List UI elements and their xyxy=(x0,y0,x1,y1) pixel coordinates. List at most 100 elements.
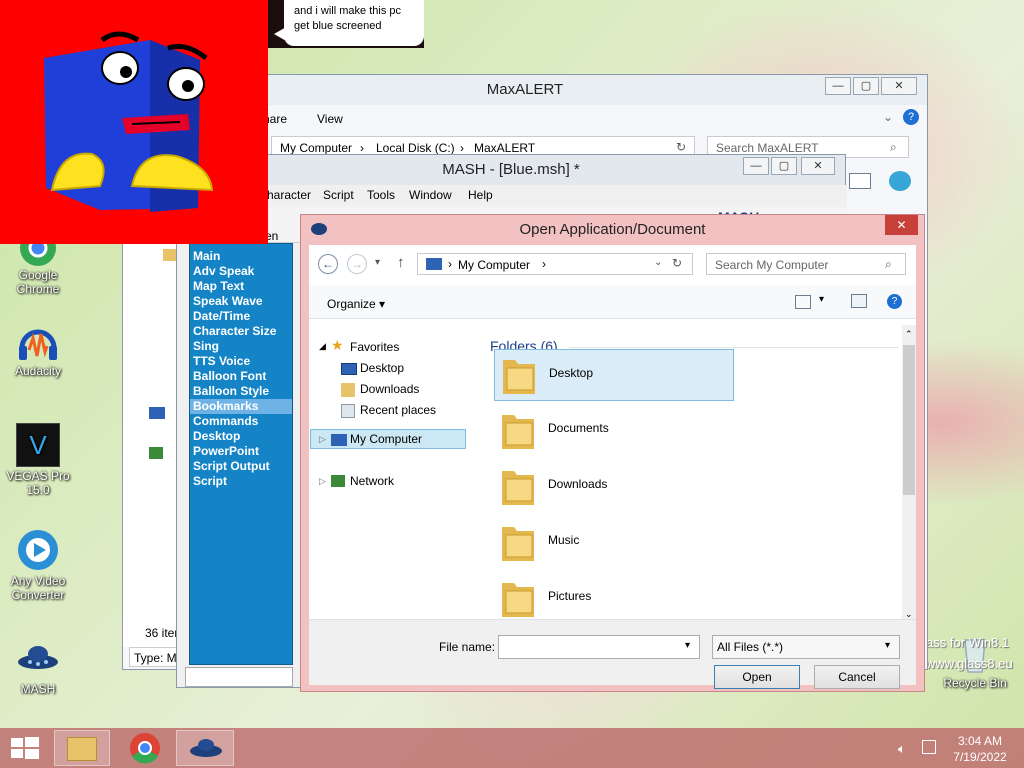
file-type-select[interactable]: All Files (*.*) ▾ xyxy=(712,635,900,659)
mash-sidebar-item[interactable]: Speak Wave xyxy=(190,294,292,309)
maximize-button[interactable]: ▢ xyxy=(771,157,797,175)
close-button[interactable]: ✕ xyxy=(801,157,835,175)
mash-sidebar-item[interactable]: TTS Voice xyxy=(190,354,292,369)
back-button[interactable]: ← xyxy=(318,254,338,274)
folder-item[interactable]: Pictures xyxy=(494,573,734,621)
organize-button[interactable]: Organize ▾ xyxy=(327,297,385,311)
menu-item-character[interactable]: haracter xyxy=(267,188,311,202)
address-my-computer[interactable]: My Computer xyxy=(458,258,530,272)
mash-ufo-icon xyxy=(190,739,222,757)
mash-sidebar-item[interactable]: Desktop xyxy=(190,429,292,444)
mash-sidebar-item[interactable]: PowerPoint xyxy=(190,444,292,459)
cancel-button[interactable]: Cancel xyxy=(814,665,900,689)
file-name-input[interactable]: ▾ xyxy=(498,635,700,659)
expand-arrow-icon[interactable]: ▷ xyxy=(319,476,326,487)
breadcrumb-local-disk[interactable]: Local Disk (C:) xyxy=(376,141,455,155)
preview-pane-icon[interactable] xyxy=(851,294,867,308)
desktop-icon-audacity[interactable]: Audacity xyxy=(3,318,73,378)
nav-my-computer[interactable]: My Computer xyxy=(350,432,422,446)
mash-sidebar-item[interactable]: Balloon Style xyxy=(190,384,292,399)
dialog-titlebar[interactable]: Open Application/Document xyxy=(301,215,924,245)
volume-muted-icon[interactable]: 🔈︎ xyxy=(898,741,906,757)
dialog-address-bar[interactable]: › My Computer › ⌄ ↻ xyxy=(417,253,693,275)
mash-sidebar-item[interactable]: Bookmarks xyxy=(190,399,292,414)
mash-sidebar-item[interactable]: Adv Speak xyxy=(190,264,292,279)
scroll-up-icon[interactable]: ⌃ xyxy=(905,329,913,340)
minimize-button[interactable]: — xyxy=(825,77,851,95)
desktop-icon-label: Recycle Bin xyxy=(943,676,1007,690)
breadcrumb-maxalert[interactable]: MaxALERT xyxy=(474,141,535,155)
mash-sidebar-item[interactable]: Sing xyxy=(190,339,292,354)
mash-ufo-icon xyxy=(16,636,60,680)
open-button[interactable]: Open xyxy=(714,665,800,689)
search-icon[interactable]: ⌕ xyxy=(885,257,892,272)
start-button[interactable] xyxy=(0,730,58,766)
nav-network[interactable]: Network xyxy=(350,474,394,488)
mash-sidebar-item[interactable]: Script xyxy=(190,474,292,489)
desktop-icon-any-video-converter[interactable]: Any Video Converter xyxy=(3,528,73,602)
help-icon[interactable]: ? xyxy=(903,109,919,125)
desktop-icon-label: Any Video xyxy=(10,574,66,588)
star-icon: ★ xyxy=(331,337,344,353)
refresh-icon[interactable]: ↻ xyxy=(676,140,686,154)
view-options-icon[interactable] xyxy=(795,295,811,309)
nav-favorites[interactable]: Favorites xyxy=(350,340,399,354)
taskbar-mash[interactable] xyxy=(176,730,234,766)
dialog-search-box[interactable]: Search My Computer ⌕ xyxy=(706,253,906,275)
close-button[interactable]: ✕ xyxy=(881,77,917,95)
mash-sidebar-item[interactable]: Main xyxy=(190,249,292,264)
search-icon[interactable]: ⌕ xyxy=(890,140,897,155)
mash-sidebar-item[interactable]: Date/Time xyxy=(190,309,292,324)
desktop-icon-vegas[interactable]: V VEGAS Pro 15.0 xyxy=(3,423,73,497)
refresh-icon[interactable]: ↻ xyxy=(672,256,682,270)
forward-button[interactable]: → xyxy=(347,254,367,274)
folder-icon xyxy=(500,575,536,619)
vertical-scrollbar[interactable]: ⌃ ⌄ xyxy=(902,325,916,625)
expand-arrow-icon[interactable]: ◢ xyxy=(319,341,326,352)
minimize-button[interactable]: — xyxy=(743,157,769,175)
menu-item-script[interactable]: Script xyxy=(323,188,354,202)
close-button[interactable]: ✕ xyxy=(885,215,918,235)
any-video-converter-icon xyxy=(16,528,60,572)
mash-sidebar[interactable]: Main Adv Speak Map Text Speak Wave Date/Time… xyxy=(189,243,293,665)
details-pane-icon[interactable] xyxy=(849,173,871,189)
nav-recent-places[interactable]: Recent places xyxy=(360,403,436,417)
menu-item-view[interactable]: View xyxy=(317,112,343,126)
recent-locations-icon[interactable]: ▾ xyxy=(375,257,380,268)
folder-item[interactable]: Desktop xyxy=(494,349,734,401)
desktop-icon-mash[interactable]: MASH xyxy=(3,636,73,696)
expand-arrow-icon[interactable]: ▷ xyxy=(319,434,326,445)
taskbar-file-explorer[interactable] xyxy=(54,730,110,766)
folder-item[interactable]: Downloads xyxy=(494,461,734,509)
mash-sidebar-item[interactable]: Balloon Font xyxy=(190,369,292,384)
chevron-down-icon[interactable]: ▾ xyxy=(819,294,824,305)
mash-sidebar-item[interactable]: Character Size xyxy=(190,324,292,339)
folder-item[interactable]: Music xyxy=(494,517,734,565)
menu-item-window[interactable]: Window xyxy=(409,188,452,202)
taskbar-chrome[interactable] xyxy=(116,730,174,766)
open-dialog[interactable]: Open Application/Document ✕ ← → ▾ ↑ › My… xyxy=(300,214,925,692)
nav-desktop[interactable]: Desktop xyxy=(360,361,404,375)
help-icon[interactable]: ? xyxy=(887,294,902,309)
mash-sidebar-item[interactable]: Script Output xyxy=(190,459,292,474)
desktop-icon-chrome[interactable]: Google Chrome xyxy=(3,230,73,296)
menu-item-tools[interactable]: Tools xyxy=(367,188,395,202)
folder-icon xyxy=(500,519,536,563)
network-tray-icon[interactable] xyxy=(922,740,936,754)
scrollbar-thumb[interactable] xyxy=(903,345,915,495)
chevron-down-icon[interactable]: ▾ xyxy=(885,640,890,651)
chevron-down-icon[interactable]: ⌄ xyxy=(883,110,893,124)
maximize-button[interactable]: ▢ xyxy=(853,77,879,95)
menu-item-help[interactable]: Help xyxy=(468,188,493,202)
mash-sidebar-item[interactable]: Commands xyxy=(190,414,292,429)
breadcrumb-my-computer[interactable]: My Computer xyxy=(280,141,352,155)
chevron-down-icon[interactable]: ⌄ xyxy=(654,257,662,268)
up-button[interactable]: ↑ xyxy=(397,254,405,271)
folder-item[interactable]: Documents xyxy=(494,405,734,453)
folder-icon xyxy=(500,407,536,451)
nav-downloads[interactable]: Downloads xyxy=(360,382,419,396)
folder-icon xyxy=(163,249,177,261)
chevron-down-icon[interactable]: ▾ xyxy=(685,640,690,651)
clock[interactable]: 3:04 AM 7/19/2022 xyxy=(950,733,1010,765)
mash-sidebar-item[interactable]: Map Text xyxy=(190,279,292,294)
